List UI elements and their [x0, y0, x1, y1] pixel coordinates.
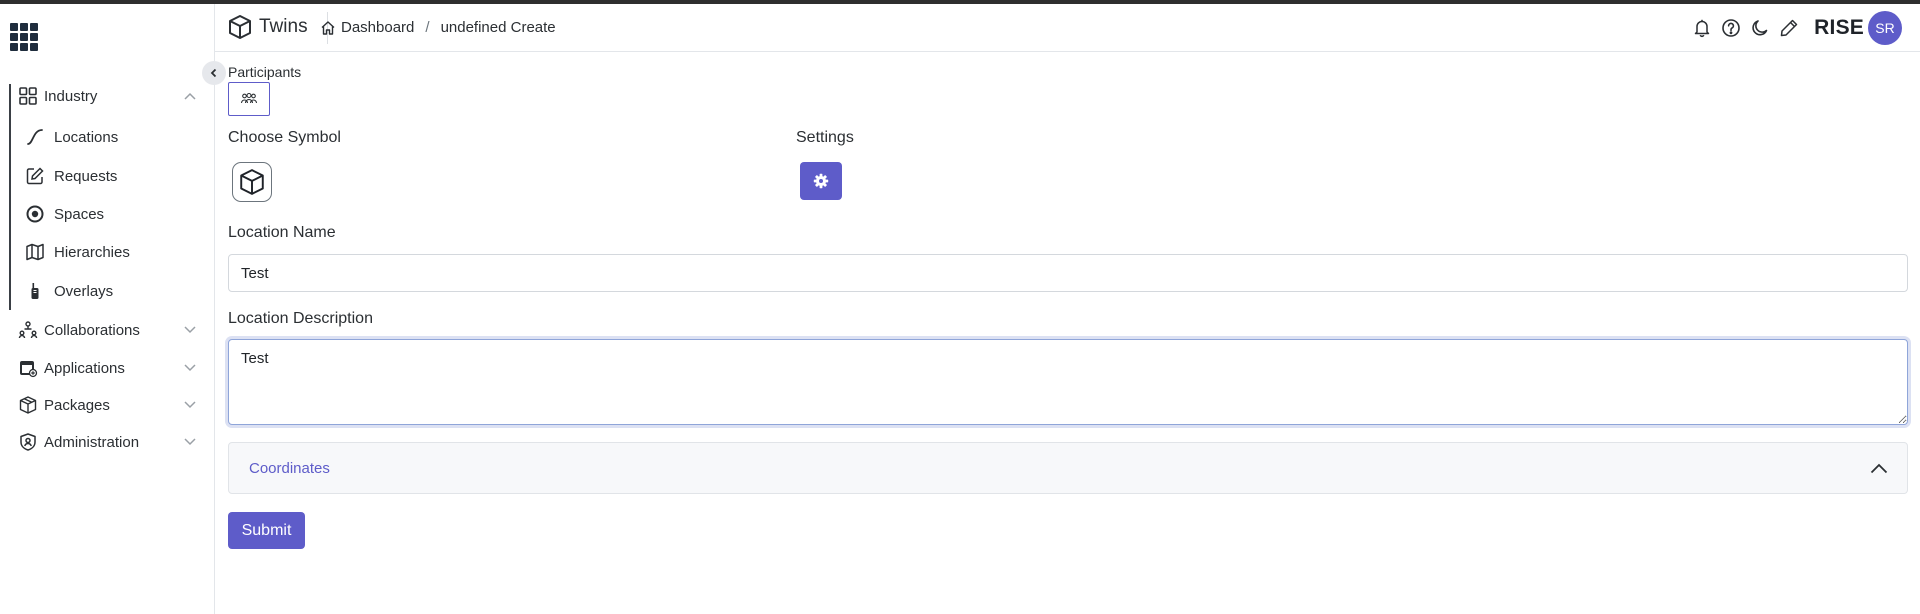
sidebar-item-hierarchies[interactable]: Hierarchies [0, 237, 214, 267]
sidebar-item-label: Hierarchies [54, 243, 130, 261]
package-box-icon [17, 394, 39, 416]
sidebar-item-overlays[interactable]: Overlays [0, 276, 214, 306]
user-shield-icon [17, 431, 39, 453]
sidebar-item-label: Locations [54, 128, 119, 146]
symbol-picker[interactable] [232, 162, 272, 202]
settings-button[interactable] [800, 162, 842, 200]
breadcrumb-home-link[interactable]: Dashboard [320, 19, 414, 36]
sidebar: Industry Locations Requests Spaces Hiera… [0, 4, 215, 614]
breadcrumb-separator: / [425, 19, 430, 36]
product-name: RISE [1814, 16, 1864, 39]
sidebar-item-spaces[interactable]: Spaces [0, 199, 214, 229]
participants-button[interactable] [228, 82, 270, 116]
sidebar-item-locations[interactable]: Locations [0, 122, 214, 152]
participants-label: Participants [228, 64, 302, 80]
breadcrumb: Dashboard / undefined Create [320, 19, 556, 36]
sidebar-item-label: Spaces [54, 205, 105, 223]
notification-bell-icon[interactable] [1689, 15, 1715, 41]
cube-icon [229, 15, 251, 39]
breadcrumb-current: undefined Create [440, 19, 556, 36]
apps-grid-icon[interactable] [10, 23, 38, 51]
sidebar-item-label: Overlays [54, 282, 114, 300]
network-users-icon [17, 319, 39, 341]
chevron-down-icon [184, 399, 196, 411]
sidebar-item-administration[interactable]: Administration [0, 427, 214, 457]
sidebar-item-requests[interactable]: Requests [0, 161, 214, 191]
brand-logo[interactable]: Twins [227, 14, 308, 40]
gear-icon [813, 173, 829, 189]
sidebar-item-label: Packages [44, 396, 110, 414]
sidebar-item-label: Collaborations [44, 321, 140, 339]
sidebar-item-label: Administration [44, 433, 140, 451]
sidebar-item-label: Requests [54, 167, 118, 185]
sidebar-collapse-button[interactable] [202, 61, 226, 85]
map-icon [24, 241, 46, 263]
walkie-talkie-icon [24, 280, 46, 302]
location-description-label: Location Description [228, 310, 373, 327]
chevron-left-icon [210, 68, 217, 78]
user-avatar[interactable]: SR [1868, 11, 1902, 45]
submit-button[interactable]: Submit [228, 512, 305, 549]
coordinates-accordion-title: Coordinates [249, 460, 330, 477]
chevron-up-icon [184, 90, 196, 102]
users-group-icon [240, 92, 258, 104]
sidebar-item-packages[interactable]: Packages [0, 390, 214, 420]
help-circle-icon[interactable] [1718, 15, 1744, 41]
chevron-down-icon [184, 436, 196, 448]
sidebar-item-collaborations[interactable]: Collaborations [0, 315, 214, 345]
location-name-label: Location Name [228, 224, 336, 241]
chevron-down-icon [184, 324, 196, 336]
sidebar-item-label: Applications [44, 359, 125, 377]
app-window-icon [17, 357, 39, 379]
coordinates-accordion[interactable]: Coordinates [228, 442, 1908, 494]
chevron-up-icon [1869, 461, 1889, 475]
edit-icon [24, 165, 46, 187]
cube-icon [240, 169, 264, 195]
main-content: Participants Choose Symbol Settings Loca… [215, 52, 1920, 614]
header-actions: RISE SR [1686, 11, 1902, 45]
breadcrumb-home-label: Dashboard [341, 19, 415, 36]
pencil-edit-icon[interactable] [1776, 15, 1802, 41]
settings-label: Settings [796, 129, 854, 146]
location-description-textarea[interactable]: Test [228, 339, 1908, 425]
target-circle-icon [24, 203, 46, 225]
choose-symbol-label: Choose Symbol [228, 129, 341, 146]
moon-theme-icon[interactable] [1747, 15, 1773, 41]
home-icon [321, 20, 335, 35]
sidebar-item-industry[interactable]: Industry [0, 81, 214, 111]
sidebar-item-applications[interactable]: Applications [0, 353, 214, 383]
brand-name: Twins [259, 16, 308, 37]
chevron-down-icon [184, 362, 196, 374]
sidebar-item-label: Industry [44, 87, 98, 105]
grid-squares-icon [17, 85, 39, 107]
location-name-input[interactable] [228, 254, 1908, 292]
top-header: Twins Dashboard / undefined Create RISE … [215, 4, 1920, 52]
curve-icon [24, 126, 46, 148]
